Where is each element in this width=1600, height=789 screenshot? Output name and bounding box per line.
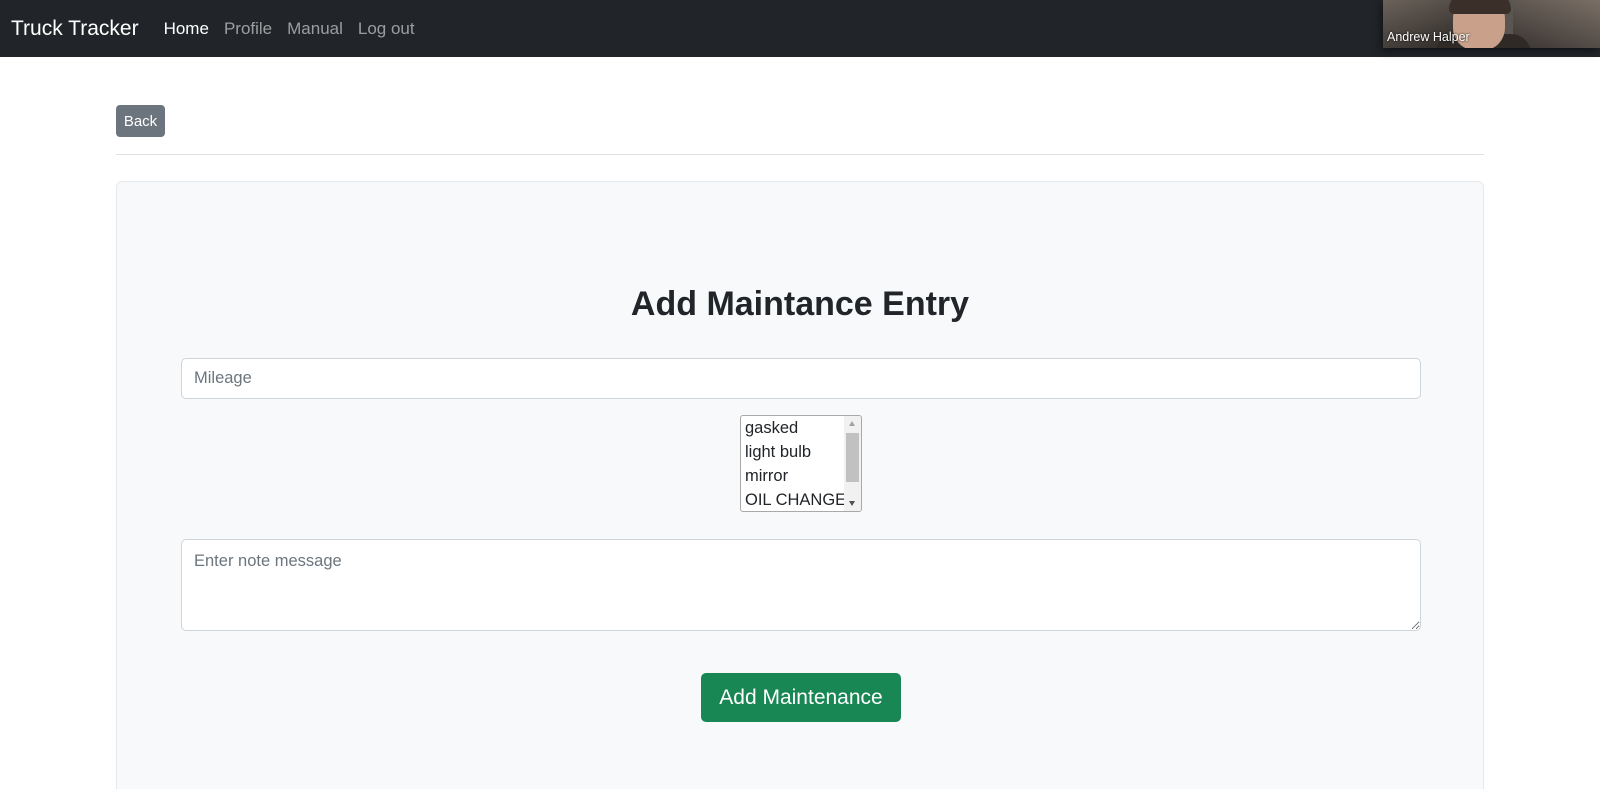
note-message-textarea[interactable] — [181, 539, 1421, 631]
nav-link-profile[interactable]: Profile — [224, 19, 272, 39]
listbox-option-gasked[interactable]: gasked — [741, 416, 845, 440]
nav-link-home[interactable]: Home — [164, 19, 209, 39]
listbox-option-oil-change[interactable]: OIL CHANGE — [741, 488, 845, 511]
add-maintenance-button[interactable]: Add Maintenance — [701, 673, 901, 722]
maintenance-type-listbox[interactable]: gasked light bulb mirror OIL CHANGE — [740, 415, 862, 512]
horizontal-divider — [116, 154, 1484, 155]
maintenance-form-card: Add Maintance Entry gasked light bulb mi… — [116, 181, 1484, 789]
listbox-option-mirror[interactable]: mirror — [741, 464, 845, 488]
top-navbar: Truck Tracker Home Profile Manual Log ou… — [0, 0, 1600, 57]
participant-name: Andrew Halper — [1387, 30, 1470, 44]
scroll-down-arrow-icon[interactable] — [849, 501, 855, 506]
listbox-option-light-bulb[interactable]: light bulb — [741, 440, 845, 464]
scroll-up-arrow-icon[interactable] — [849, 421, 855, 426]
video-call-thumbnail[interactable]: Andrew Halper — [1383, 0, 1600, 48]
back-button[interactable]: Back — [116, 105, 165, 137]
brand-logo-text[interactable]: Truck Tracker — [11, 17, 139, 41]
listbox-scrollbar[interactable] — [844, 416, 861, 511]
participant-hair — [1449, 0, 1511, 14]
scrollbar-thumb[interactable] — [846, 433, 859, 482]
page-title: Add Maintance Entry — [630, 285, 970, 323]
nav-link-logout[interactable]: Log out — [358, 19, 415, 39]
listbox-options: gasked light bulb mirror OIL CHANGE — [741, 416, 845, 511]
nav-link-manual[interactable]: Manual — [287, 19, 343, 39]
mileage-input[interactable] — [181, 358, 1421, 399]
